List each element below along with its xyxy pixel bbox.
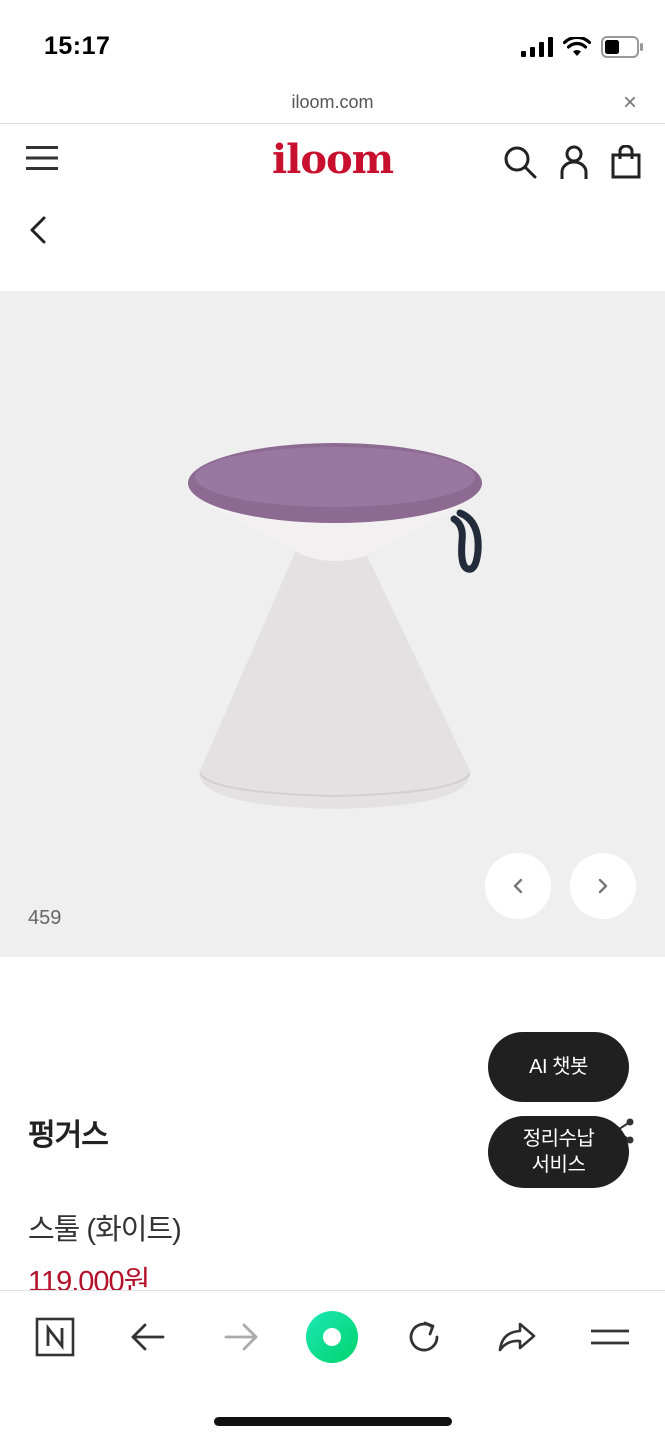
product-name: 펑거스 [28,1119,109,1152]
refresh-icon [409,1321,439,1352]
naver-home-button[interactable] [27,1309,83,1365]
status-time: 15:17 [44,32,111,60]
browser-menu-button[interactable] [582,1309,638,1365]
status-icons [521,36,643,58]
green-dot-button[interactable] [304,1309,360,1365]
chevron-right-icon [598,878,608,894]
cellular-signal-icon [521,37,553,57]
share-page-button[interactable] [489,1309,545,1365]
storage-service-button[interactable]: 정리수납 서비스 [488,1116,629,1188]
storage-service-label-line1: 정리수납 [522,1128,595,1150]
site-header: iloom [0,124,665,204]
gallery-prev-button[interactable] [485,853,551,919]
naver-n-icon [35,1317,75,1357]
close-icon[interactable]: × [623,90,637,116]
browser-back-button[interactable] [120,1309,176,1365]
gallery-next-button[interactable] [570,853,636,919]
wifi-icon [563,37,591,56]
browser-forward-button[interactable] [213,1309,269,1365]
arrow-right-icon [224,1323,258,1351]
user-icon[interactable] [559,144,589,180]
menu-lines-icon [591,1329,629,1345]
status-bar: 15:17 [0,0,665,90]
refresh-button[interactable] [396,1309,452,1365]
product-subtitle: 스툴 (화이트) [28,1214,182,1246]
back-icon[interactable] [26,214,50,246]
image-counter: 459 [28,907,62,929]
green-dot-icon [306,1311,358,1363]
arrow-left-icon [131,1323,165,1351]
url-text[interactable]: iloom.com [0,92,665,113]
shopping-bag-icon[interactable] [611,145,641,179]
search-icon[interactable] [503,145,537,179]
browser-toolbar [0,1290,665,1440]
battery-icon [601,36,643,58]
product-image[interactable] [180,441,490,821]
home-indicator[interactable] [214,1417,452,1426]
ai-chatbot-label: AI 챗봇 [529,1056,588,1078]
ai-chatbot-button[interactable]: AI 챗봇 [488,1032,629,1102]
url-bar: iloom.com × [0,90,665,124]
share-arrow-icon [498,1322,536,1352]
chevron-left-icon [513,878,523,894]
storage-service-label-line2: 서비스 [531,1154,586,1176]
header-icons [503,144,641,180]
product-gallery: 459 [0,291,665,957]
